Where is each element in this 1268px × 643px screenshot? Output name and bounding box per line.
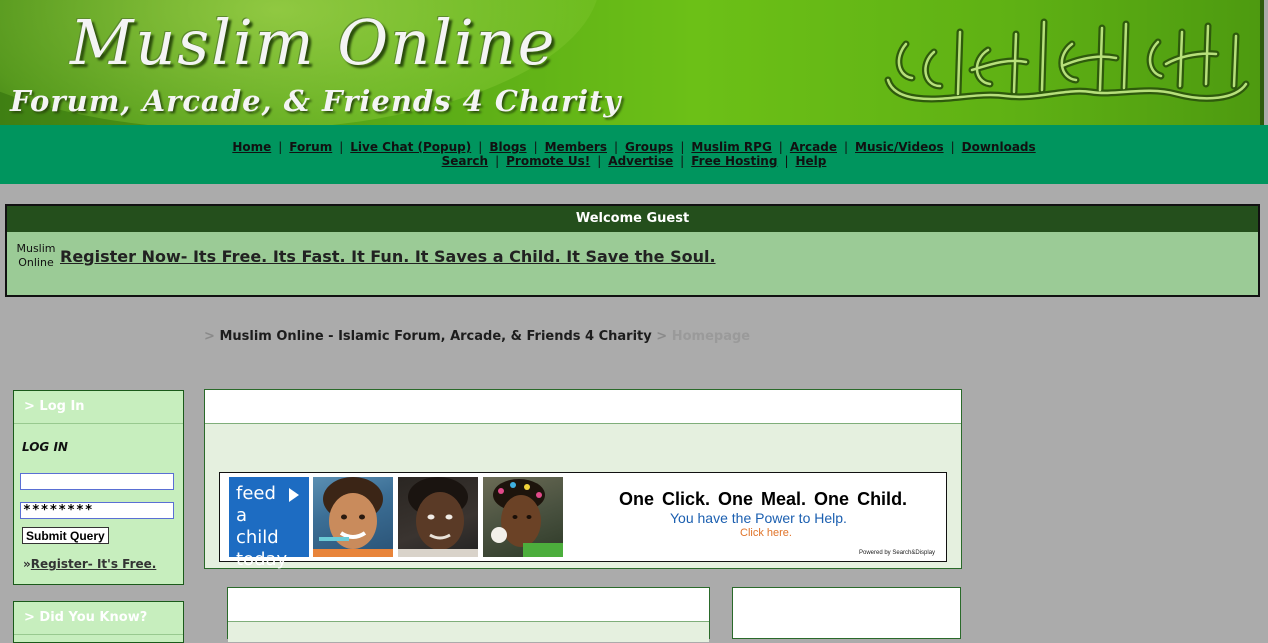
did-you-know-title: > Did You Know? xyxy=(14,602,183,635)
nav-separator: | xyxy=(533,140,538,154)
nav-link-promote-us[interactable]: Promote Us! xyxy=(506,154,590,168)
child-face-3 xyxy=(491,479,563,557)
main-nav: Home | Forum | Live Chat (Popup) | Blogs | Membe… xyxy=(0,125,1268,184)
breadcrumb-arrow: > xyxy=(656,329,668,344)
lower-left-panel xyxy=(227,587,710,642)
child-face-1 xyxy=(313,477,393,557)
breadcrumb: > Muslim Online - Islamic Forum, Arcade,… xyxy=(204,329,750,344)
login-panel: > Log In LOG IN ******** Submit Query »R… xyxy=(13,390,184,585)
child-photo-1 xyxy=(313,477,393,557)
nav-link-muslim-rpg[interactable]: Muslim RPG xyxy=(691,140,771,154)
play-arrow-icon xyxy=(289,488,299,502)
child-face-2 xyxy=(398,477,478,557)
nav-link-forum[interactable]: Forum xyxy=(289,140,332,154)
charity-ad-banner[interactable]: feed a child today One Click. One Meal. … xyxy=(219,472,947,570)
nav-separator: | xyxy=(478,140,483,154)
password-input[interactable]: ******** xyxy=(20,502,174,519)
nav-separator: | xyxy=(778,140,783,154)
register-link-label[interactable]: Register- It's Free. xyxy=(31,557,157,571)
nav-separator: | xyxy=(597,154,602,168)
did-you-know-panel: > Did You Know? xyxy=(13,601,184,643)
username-input[interactable] xyxy=(20,473,174,490)
feed-a-child-text: feed a child today xyxy=(236,483,288,570)
breadcrumb-site-link[interactable]: Muslim Online - Islamic Forum, Arcade, &… xyxy=(219,329,651,344)
register-now-link[interactable]: Register Now- Its Free. Its Fast. It Fun… xyxy=(60,247,716,266)
nav-separator: | xyxy=(278,140,283,154)
register-link[interactable]: »Register- It's Free. xyxy=(23,557,156,571)
register-prefix: » xyxy=(23,557,31,571)
ad-subline: You have the Power to Help. xyxy=(670,510,847,526)
nav-separator: | xyxy=(784,154,789,168)
nav-link-home[interactable]: Home xyxy=(232,140,271,154)
welcome-box: Welcome Guest Muslim Online Register Now… xyxy=(5,204,1260,297)
nav-link-blogs[interactable]: Blogs xyxy=(489,140,526,154)
banner-edge xyxy=(1260,0,1264,125)
nav-link-help[interactable]: Help xyxy=(795,154,826,168)
breadcrumb-current: Homepage xyxy=(671,329,751,344)
login-panel-title: > Log In xyxy=(14,391,183,424)
nav-link-downloads[interactable]: Downloads xyxy=(962,140,1036,154)
login-subheading: LOG IN xyxy=(22,440,68,454)
feed-a-child-tile[interactable]: feed a child today xyxy=(229,477,309,570)
nav-link-members[interactable]: Members xyxy=(545,140,607,154)
nav-separator: | xyxy=(613,140,619,154)
main-panel-header xyxy=(205,390,961,424)
welcome-heading: Welcome Guest xyxy=(7,206,1258,232)
nav-link-groups[interactable]: Groups xyxy=(625,140,673,154)
site-title: Muslim Online xyxy=(70,6,557,79)
welcome-logo: Muslim Online xyxy=(16,242,56,269)
submit-query-button[interactable]: Submit Query xyxy=(22,527,109,544)
breadcrumb-arrow: > xyxy=(204,329,215,344)
nav-link-free-hosting[interactable]: Free Hosting xyxy=(691,154,777,168)
nav-row-2: Search | Promote Us! | Advertise | Free Hostin… xyxy=(0,154,1268,168)
ad-headline: One Click. One Meal. One Child. xyxy=(619,489,908,509)
lower-left-panel-strip xyxy=(228,621,709,642)
nav-link-live-chat-popup[interactable]: Live Chat (Popup) xyxy=(350,140,471,154)
ad-click-here-link[interactable]: Click here. xyxy=(740,527,792,539)
nav-link-advertise[interactable]: Advertise xyxy=(608,154,673,168)
nav-separator: | xyxy=(844,140,849,154)
nav-separator: | xyxy=(339,140,344,154)
nav-separator: | xyxy=(950,140,955,154)
nav-separator: | xyxy=(680,154,685,168)
nav-link-search[interactable]: Search xyxy=(442,154,488,168)
ad-powered-by: Powered by Search&Display xyxy=(859,550,936,556)
site-subtitle: Forum, Arcade, & Friends 4 Charity xyxy=(10,84,622,118)
bismillah-calligraphy-icon xyxy=(884,18,1250,103)
lower-right-panel xyxy=(732,587,961,639)
header-banner: Muslim Online Forum, Arcade, & Friends 4… xyxy=(0,0,1264,125)
nav-link-music-videos[interactable]: Music/Videos xyxy=(855,140,944,154)
nav-separator: | xyxy=(495,154,500,168)
nav-separator: | xyxy=(680,140,685,154)
child-photo-3 xyxy=(483,477,563,557)
main-content-panel: feed a child today One Click. One Meal. … xyxy=(204,389,962,570)
child-photo-2 xyxy=(398,477,478,557)
nav-row-1: Home | Forum | Live Chat (Popup) | Blogs | Membe… xyxy=(0,140,1268,154)
nav-link-arcade[interactable]: Arcade xyxy=(790,140,837,154)
